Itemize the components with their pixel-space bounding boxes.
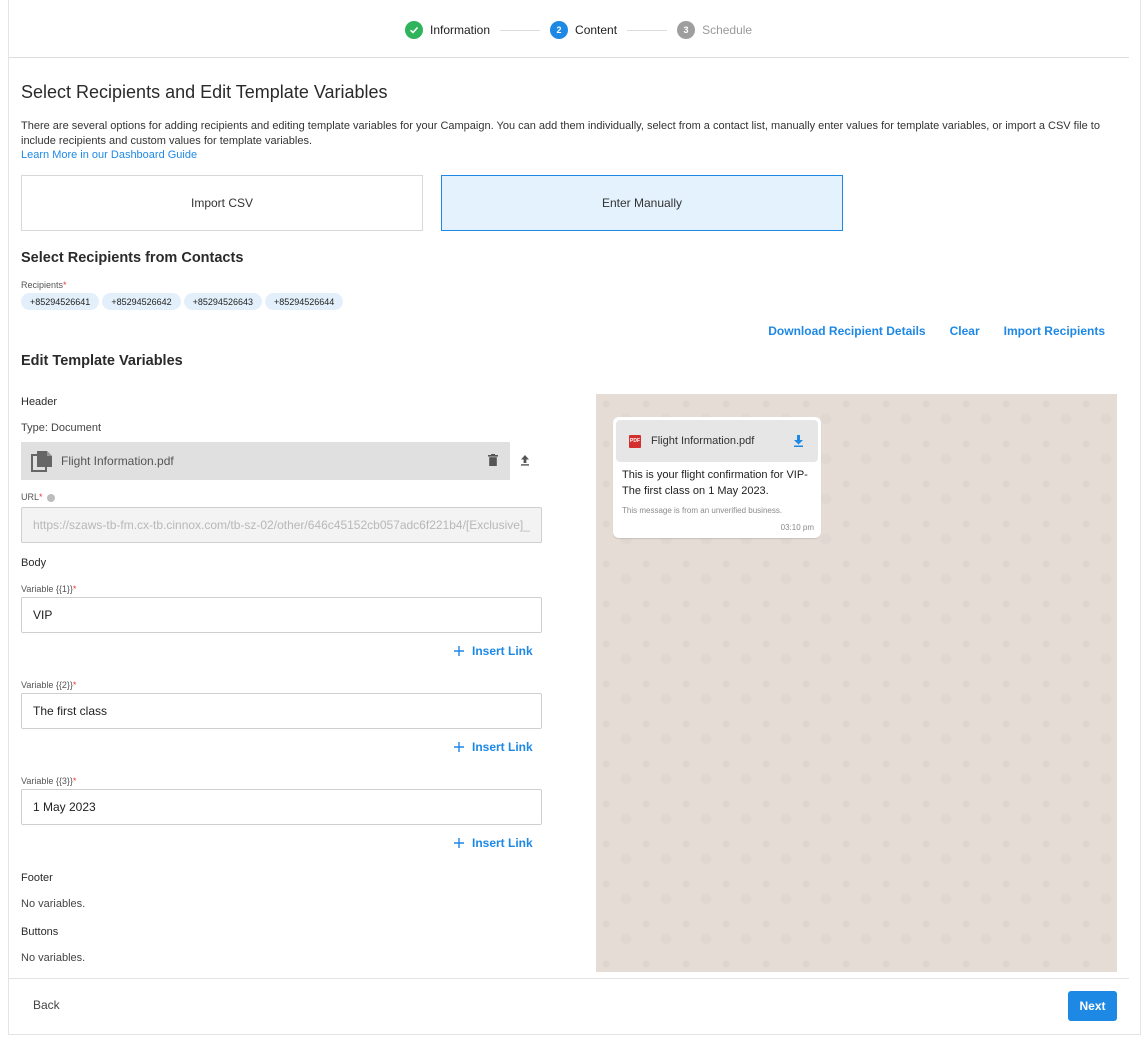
message-bubble: PDF Flight Information.pdf This is your … <box>613 417 821 538</box>
variable-3-input[interactable]: 1 May 2023 <box>21 789 542 825</box>
variable-1-label: Variable {{1}}* <box>21 584 77 594</box>
recipient-actions: Download Recipient Details Clear Import … <box>768 324 1105 338</box>
insert-link-label: Insert Link <box>472 644 533 658</box>
url-label: URL* <box>21 492 55 502</box>
variable-2-label: Variable {{2}}* <box>21 680 77 690</box>
recipient-chip[interactable]: +85294526642 <box>102 293 181 310</box>
url-field: https://szaws-tb-fm.cx-tb.cinnox.com/tb-… <box>21 507 542 543</box>
preview-time: 03:10 pm <box>780 523 814 532</box>
next-button[interactable]: Next <box>1068 991 1117 1021</box>
download-recipient-details-button[interactable]: Download Recipient Details <box>768 324 925 338</box>
step-content[interactable]: 2 Content <box>550 21 617 39</box>
step-number: 3 <box>677 21 696 39</box>
import-recipients-button[interactable]: Import Recipients <box>1004 324 1105 338</box>
footer-label: Footer <box>21 872 53 884</box>
divider <box>9 978 1129 979</box>
step-label: Content <box>575 23 618 37</box>
recipient-chips: +85294526641 +85294526642 +85294526643 +… <box>21 293 344 310</box>
page-description: There are several options for adding rec… <box>21 120 1100 147</box>
pdf-icon: PDF <box>629 434 641 448</box>
check-icon <box>405 21 423 39</box>
info-icon[interactable] <box>46 493 55 502</box>
insert-link-label: Insert Link <box>472 740 533 754</box>
recipients-label: Recipients* <box>21 280 67 290</box>
divider <box>9 57 1129 58</box>
insert-link-button-3[interactable]: Insert Link <box>454 836 533 850</box>
variable-2-input[interactable]: The first class <box>21 693 542 729</box>
preview-message: This is your flight confirmation for VIP… <box>622 469 808 497</box>
buttons-text: No variables. <box>21 952 86 964</box>
plus-icon <box>454 742 464 752</box>
upload-icon[interactable] <box>519 454 531 466</box>
preview-file-name: Flight Information.pdf <box>651 435 755 447</box>
back-button[interactable]: Back <box>33 998 60 1012</box>
header-label: Header <box>21 396 58 408</box>
step-schedule[interactable]: 3 Schedule <box>677 21 752 39</box>
insert-link-button-2[interactable]: Insert Link <box>454 740 533 754</box>
import-csv-option[interactable]: Import CSV <box>21 175 423 231</box>
footer-text: No variables. <box>21 898 86 910</box>
enter-manually-option[interactable]: Enter Manually <box>441 175 843 231</box>
variable-1-input[interactable]: VIP <box>21 597 542 633</box>
step-information[interactable]: Information <box>405 21 490 39</box>
template-section-title: Edit Template Variables <box>21 353 183 369</box>
header-document: Flight Information.pdf <box>21 442 510 480</box>
recipient-chip[interactable]: +85294526643 <box>183 293 262 310</box>
stepper: Information 2 Content 3 Schedule <box>405 21 752 39</box>
download-icon[interactable] <box>793 435 804 447</box>
learn-more-link[interactable]: Learn More in our Dashboard Guide <box>21 149 197 161</box>
recipients-section-title: Select Recipients from Contacts <box>21 250 244 266</box>
recipient-chip[interactable]: +85294526644 <box>264 293 344 310</box>
step-connector <box>500 29 541 31</box>
trash-icon[interactable] <box>488 454 498 466</box>
step-number: 2 <box>550 21 569 39</box>
step-connector <box>627 29 668 31</box>
plus-icon <box>454 838 464 848</box>
message-preview: PDF Flight Information.pdf This is your … <box>596 394 1117 972</box>
document-icon <box>31 451 52 472</box>
plus-icon <box>454 646 464 656</box>
header-file-name: Flight Information.pdf <box>61 454 174 468</box>
buttons-label: Buttons <box>21 926 59 938</box>
step-label: Schedule <box>702 23 753 37</box>
recipient-chip[interactable]: +85294526641 <box>21 293 100 310</box>
header-type: Type: Document <box>21 422 102 434</box>
preview-document[interactable]: PDF Flight Information.pdf <box>616 420 818 462</box>
insert-link-button-1[interactable]: Insert Link <box>454 644 533 658</box>
page-title: Select Recipients and Edit Template Vari… <box>21 82 388 102</box>
preview-note: This message is from an unverified busin… <box>622 506 783 515</box>
variable-3-label: Variable {{3}}* <box>21 776 77 786</box>
clear-button[interactable]: Clear <box>950 324 980 338</box>
body-label: Body <box>21 557 47 569</box>
insert-link-label: Insert Link <box>472 836 533 850</box>
step-label: Information <box>430 23 491 37</box>
